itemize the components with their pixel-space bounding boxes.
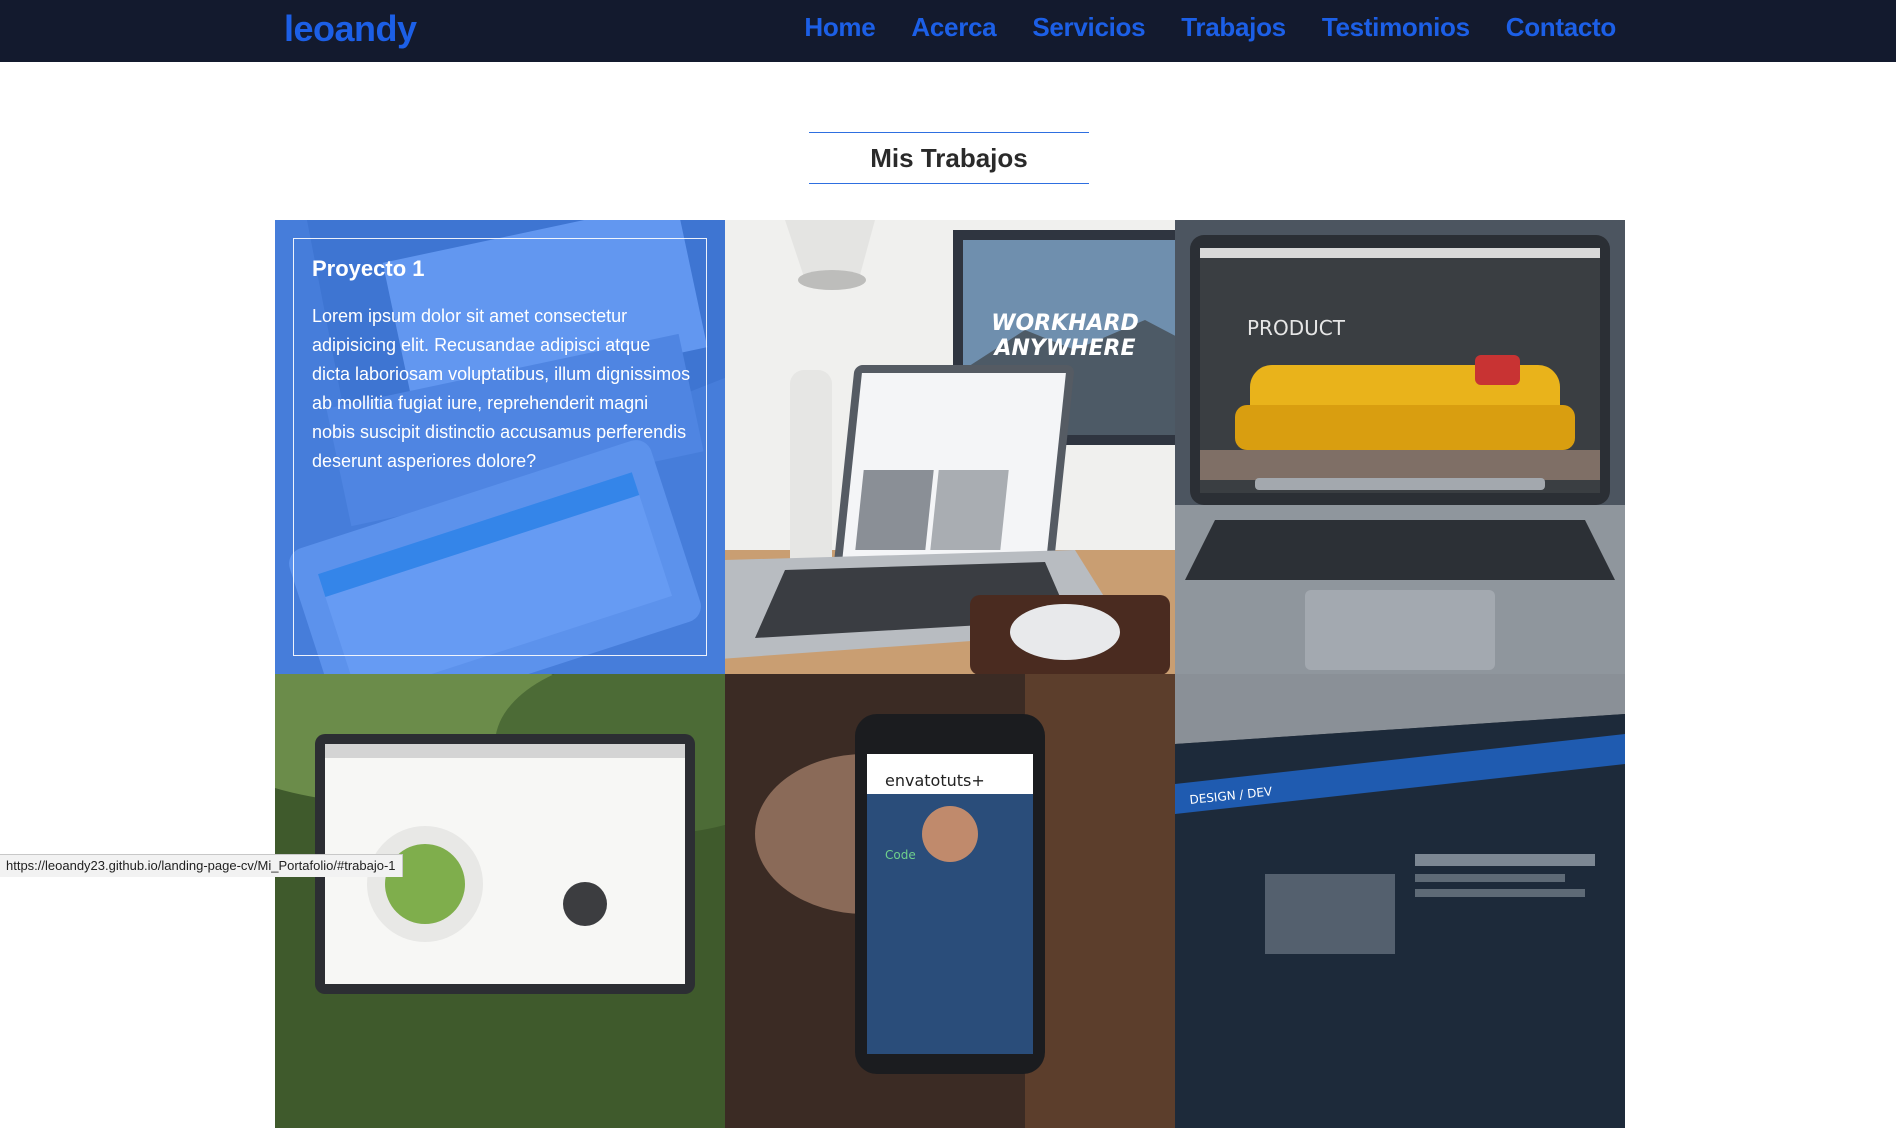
nav-link-trabajos[interactable]: Trabajos <box>1181 12 1286 43</box>
nav-link-contacto[interactable]: Contacto <box>1506 12 1617 43</box>
nav-link-servicios[interactable]: Servicios <box>1032 12 1145 43</box>
portfolio-item-2[interactable]: WORKHARD ANYWHERE <box>725 220 1175 674</box>
status-bar-url: https://leoandy23.github.io/landing-page… <box>0 854 403 877</box>
portfolio-image-4 <box>275 674 725 1128</box>
photo-text: envatotuts+ <box>885 771 985 790</box>
portfolio-image-3: PRODUCT <box>1175 220 1625 674</box>
portfolio-image-5: envatotuts+ Code <box>725 674 1175 1128</box>
portfolio-grid: Proyecto 1 Lorem ipsum dolor sit amet co… <box>275 220 1625 1128</box>
nav-link-home[interactable]: Home <box>804 12 875 43</box>
portfolio-item-1[interactable]: Proyecto 1 Lorem ipsum dolor sit amet co… <box>275 220 725 674</box>
section-title: Mis Trabajos <box>809 132 1089 184</box>
portfolio-item-6[interactable]: DESIGN / DEV <box>1175 674 1625 1128</box>
portfolio-image-6: DESIGN / DEV <box>1175 674 1625 1128</box>
photo-text: Code <box>885 848 916 862</box>
project-title: Proyecto 1 <box>312 256 425 281</box>
portfolio-item-4[interactable] <box>275 674 725 1128</box>
photo-text: PRODUCT <box>1247 316 1346 340</box>
brand-logo[interactable]: leoandy <box>284 8 417 50</box>
portfolio-image-2: WORKHARD ANYWHERE <box>725 220 1175 674</box>
portfolio-item-3[interactable]: PRODUCT <box>1175 220 1625 674</box>
nav-link-acerca[interactable]: Acerca <box>911 12 996 43</box>
portfolio-item-5[interactable]: envatotuts+ Code <box>725 674 1175 1128</box>
nav-link-testimonios[interactable]: Testimonios <box>1322 12 1470 43</box>
photo-text: WORKHARD <box>991 311 1139 336</box>
navbar: leoandy Home Acerca Servicios Trabajos T… <box>0 0 1896 62</box>
project-description: Lorem ipsum dolor sit amet consectetur a… <box>312 306 691 471</box>
photo-text: ANYWHERE <box>992 336 1135 361</box>
nav-links: Home Acerca Servicios Trabajos Testimoni… <box>804 12 1616 43</box>
